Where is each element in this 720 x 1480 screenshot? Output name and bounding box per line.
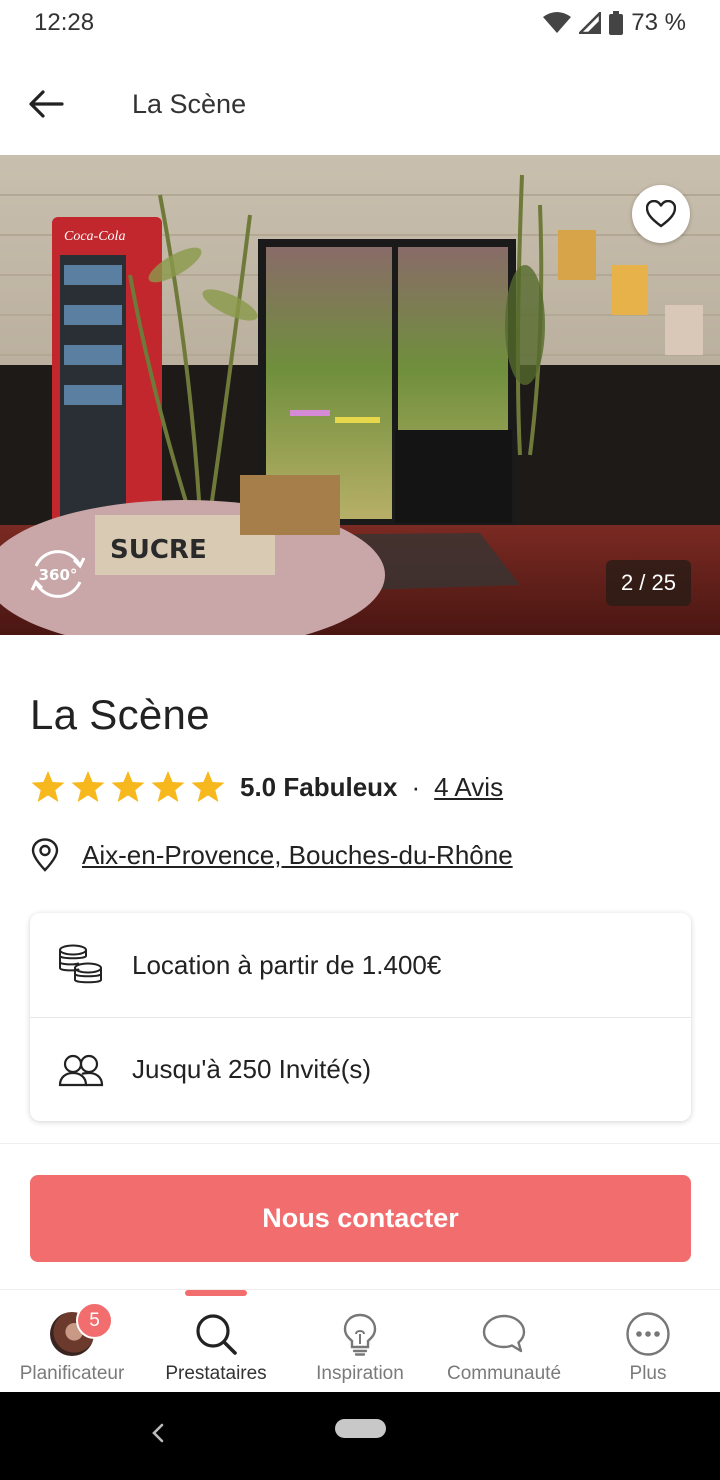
system-nav-bar: [0, 1392, 720, 1480]
panorama-360-icon: 360°: [30, 550, 86, 598]
heart-icon: [646, 200, 676, 228]
bottom-nav: 5 Planificateur Prestataires Inspiration…: [0, 1289, 720, 1392]
price-text: Location à partir de 1.400€: [132, 949, 442, 980]
reviews-link[interactable]: 4 Avis: [434, 772, 503, 803]
panorama-360-button[interactable]: 360°: [28, 544, 88, 604]
chat-icon: [482, 1314, 526, 1353]
status-time: 12:28: [34, 9, 95, 36]
wifi-icon: [543, 12, 572, 34]
nav-item-communaute[interactable]: Communauté: [432, 1290, 576, 1392]
location-row: Aix-en-Provence, Bouches-du-Rhône: [30, 835, 513, 875]
star-icon: [111, 771, 145, 802]
nav-item-inspiration[interactable]: Inspiration: [288, 1290, 432, 1392]
page-title: La Scène: [132, 88, 247, 119]
search-icon: [196, 1314, 237, 1355]
coins-icon: [56, 940, 106, 990]
battery-icon: [609, 11, 624, 35]
guests-text: Jusqu'à 250 Invité(s): [132, 1054, 372, 1084]
rating-stars: [30, 770, 226, 804]
favorite-button[interactable]: [632, 185, 690, 243]
more-icon: [626, 1312, 670, 1356]
nav-label: Plus: [629, 1363, 667, 1384]
nav-label: Planificateur: [19, 1363, 125, 1384]
photo-counter: 2 / 25: [605, 560, 691, 606]
lightbulb-icon: [343, 1313, 377, 1356]
star-icon: [191, 771, 225, 802]
rating-separator: ·: [411, 771, 421, 802]
nav-item-planificateur[interactable]: 5 Planificateur: [0, 1290, 144, 1392]
location-link[interactable]: Aix-en-Provence, Bouches-du-Rhône: [82, 840, 513, 871]
app-bar: La Scène: [0, 56, 720, 152]
nav-label: Communauté: [446, 1363, 562, 1384]
contact-button[interactable]: Nous contacter: [30, 1175, 691, 1262]
notification-badge: 5: [76, 1302, 113, 1339]
system-home-handle[interactable]: [335, 1419, 386, 1438]
status-bar: 12:28 73 %: [0, 0, 720, 46]
nav-item-prestataires[interactable]: Prestataires: [144, 1290, 288, 1392]
arrow-left-icon: [29, 90, 64, 118]
star-icon: [31, 771, 65, 802]
price-row: Location à partir de 1.400€: [30, 913, 691, 1017]
map-pin-icon: [31, 838, 59, 872]
fridge-logo-text: Coca-Cola: [64, 229, 125, 244]
signal-icon: [579, 12, 602, 34]
star-icon: [71, 771, 105, 802]
photo-gallery[interactable]: Coca-Cola SUCRE 360° 2 / 25: [0, 155, 720, 635]
rating-row: 5.0 Fabuleux · 4 Avis: [30, 769, 503, 805]
rating-text: 5.0 Fabuleux: [240, 771, 398, 802]
nav-item-plus[interactable]: Plus: [576, 1290, 720, 1392]
info-card: Location à partir de 1.400€ Jusqu'à 250 …: [30, 913, 691, 1121]
nav-label: Prestataires: [165, 1363, 267, 1384]
crate-sign-text: SUCRE: [110, 535, 207, 565]
star-icon: [151, 771, 185, 802]
guests-icon: [56, 1045, 106, 1095]
nav-label: Inspiration: [316, 1363, 404, 1384]
battery-level: 73 %: [631, 9, 686, 36]
panorama-label: 360°: [39, 566, 78, 584]
venue-name: La Scène: [30, 691, 210, 738]
active-tab-indicator: [185, 1290, 247, 1296]
system-back-icon[interactable]: [148, 1420, 168, 1446]
guests-row: Jusqu'à 250 Invité(s): [30, 1017, 691, 1121]
back-button[interactable]: [0, 56, 92, 152]
contact-bar: Nous contacter: [0, 1143, 720, 1289]
